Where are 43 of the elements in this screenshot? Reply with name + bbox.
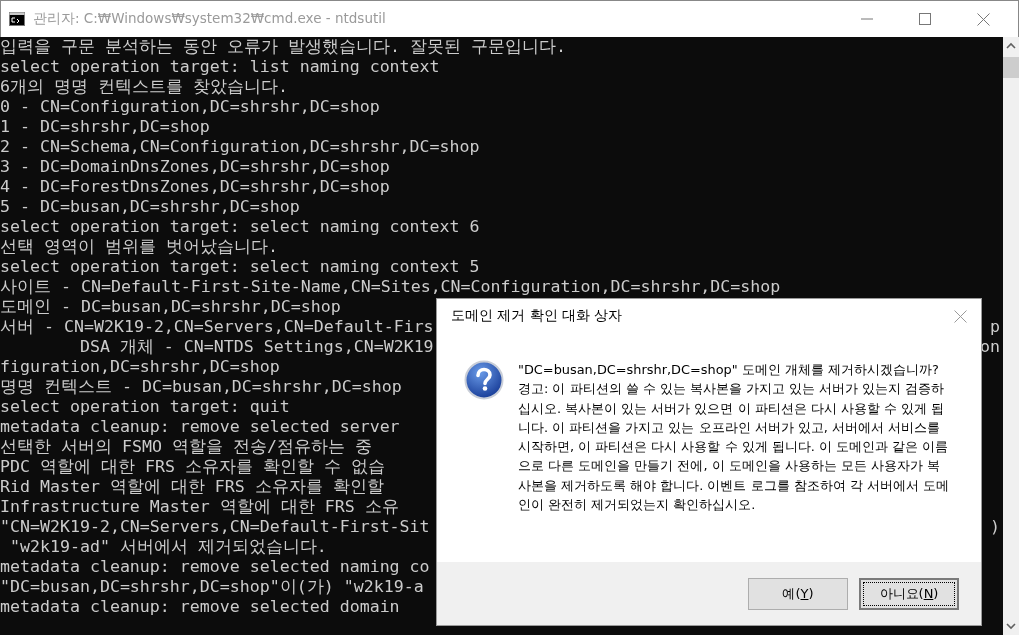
console-line: metadata cleanup: remove selected naming co [0,557,430,577]
dialog-button[interactable]: 아니요(N) [859,577,959,610]
console-line: metadata cleanup: remove selected server [0,417,400,437]
close-icon[interactable] [976,12,990,26]
window-title: 관리자: C:₩Windows₩system32₩cmd.exe - ntdsutil [33,10,386,28]
console-line: figuration,DC=shrshr,DC=shop [0,357,280,377]
console-line: 사이트 - CN=Default-First-Site-Name,CN=Sites,CN=Configuration,DC=shrshr,DC=shop [0,277,781,297]
console-line: ) [990,517,1000,537]
console-line: 서버 - CN=W2K19-2,CN=Servers,CN=Default-Firs [0,317,434,337]
dialog-title: 도메인 제거 확인 대화 상자 [451,307,624,325]
console-app-icon [9,12,25,26]
console-line: select operation target: quit [0,397,290,417]
console-line: 2 - CN=Schema,CN=Configuration,DC=shrshr,DC=shop [0,137,480,157]
console-line: 0 - CN=Configuration,DC=shrshr,DC=shop [0,97,380,117]
console-line: 3 - DC=DomainDnsZones,DC=shrshr,DC=shop [0,157,390,177]
console-line: 4 - DC=ForestDnsZones,DC=shrshr,DC=shop [0,177,390,197]
console-line: select operation target: select naming context 5 [0,257,480,277]
console-line: DSA 개체 - CN=NTDS Settings,CN=W2K19 [78,337,434,357]
console-line: select operation target: select naming context 6 [0,217,480,237]
console-line: 선택한 서버의 FSMO 역할을 전송/점유하는 중 [0,437,372,457]
console-line: "DC=busan,DC=shrshr,DC=shop"이(가) "w2k19-a [0,577,424,597]
close-icon[interactable] [954,309,967,323]
console-line: metadata cleanup: remove selected domain [0,597,400,617]
console-line: 5 - DC=busan,DC=shrshr,DC=shop [0,197,300,217]
console-line: 선택 영역이 범위를 벗어났습니다. [0,237,278,257]
scroll-thumb[interactable] [1003,57,1019,78]
scrollbar[interactable] [1003,37,1019,635]
question-icon [464,360,504,400]
console-line: 명명 컨텍스트 - DC=busan,DC=shrshr,DC=shop [0,377,402,397]
console-line: Infrastructure Master 역할에 대한 FRS 소유 [0,497,399,517]
dialog-message: "DC=busan,DC=shrshr,DC=shop" 도메인 개체를 제거하시겠습니까? 경고: 이 파티션의 쓸 수 있는 복사본을 가지고 있는 서버가 있는지 검증하십시오. 복사본이 있는 서버가 있으면 이 파티션은 다시 사용할 수 있게 됩니다. 이 파티션을 가지고 있는 오프라인 서버가 있고, 서버에서 서비스를 시작하면, 이 파티션은 다시 사용할 수 있게 됩니다. 이 도메인과 같은 이름으로 다른 도메인을 만들기 전에, 이 도메인을 사용하는 모든 사용자가 복사본을 제거하도록 해야 합니다. 이벤트 로그를 참조하여 각 서버에서 도메인이 완전히 제거되었는지 확인하십시오. [518,361,950,515]
console-line: select operation target: list naming context [0,57,440,77]
console-line: Rid Master 역할에 대한 FRS 소유자를 확인할 [0,477,384,497]
console-line: PDC 역할에 대한 FRS 소유자를 확인할 수 없습 [0,457,385,477]
console-line: 6개의 명명 컨텍스트를 찾았습니다. [0,77,288,97]
console-line: 도메인 - DC=busan,DC=shrshr,DC=shop [0,297,341,317]
console-line: "CN=W2K19-2,CN=Servers,CN=Default-First-Sit [0,517,430,537]
dialog-button[interactable]: 예(Y) [748,577,848,610]
maximize-icon[interactable] [919,13,931,25]
console-line: p [990,317,1000,337]
console-line: 1 - DC=shrshr,DC=shop [0,117,210,137]
console-line: 입력을 구문 분석하는 동안 오류가 발생했습니다. 잘못된 구문입니다. [0,37,566,57]
console-line: "w2k19-ad" 서버에서 제거되었습니다. [9,537,327,557]
